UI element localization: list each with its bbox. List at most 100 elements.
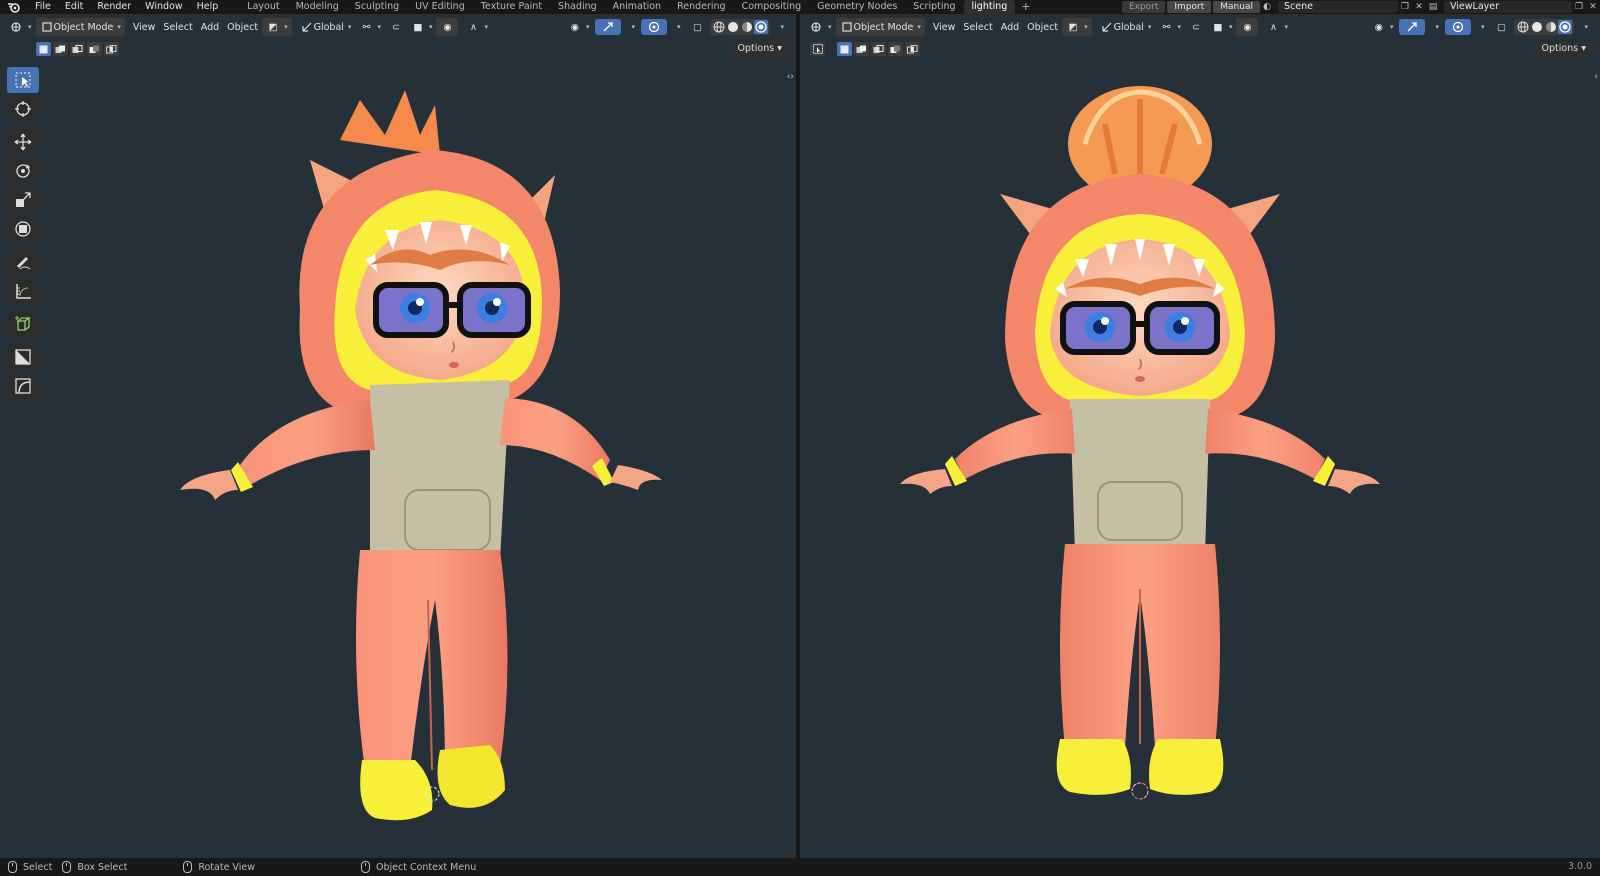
add-workspace-button[interactable]: + (1015, 0, 1036, 14)
snap-dropdown[interactable]: ⚯ ▾ (1155, 18, 1185, 36)
rotate-tool[interactable] (7, 158, 39, 184)
rendered-shading-icon[interactable] (1558, 20, 1573, 34)
editor-type-button[interactable]: ▾ (6, 18, 36, 36)
tab-modeling[interactable]: Modeling (288, 0, 347, 14)
visibility-dropdown[interactable]: ◉ ▾ (564, 18, 594, 36)
tab-texture-paint[interactable]: Texture Paint (473, 0, 550, 14)
close-icon[interactable]: ✕ (1412, 1, 1426, 13)
options-button[interactable]: Options ▾ (1533, 41, 1594, 57)
orientation-dropdown[interactable]: Global ▾ (296, 18, 356, 36)
material-shading-icon[interactable] (1544, 20, 1558, 34)
view-layer-icon[interactable]: ▤ (1426, 1, 1440, 13)
character-model-right[interactable] (900, 84, 1380, 814)
close-icon[interactable]: ✕ (1586, 1, 1600, 13)
export-button[interactable]: Export (1121, 1, 1166, 13)
character-model-left[interactable] (170, 80, 670, 840)
select-invert-icon[interactable] (888, 42, 903, 56)
rendered-shading-icon[interactable] (754, 20, 769, 34)
editor-type-button[interactable]: ▾ (806, 18, 836, 36)
menu-view[interactable]: View (129, 18, 160, 36)
gizmo-toggle[interactable] (1399, 19, 1426, 35)
scene-icon[interactable]: ◐ (1260, 1, 1274, 13)
view-layer-selector[interactable]: ViewLayer (1444, 1, 1572, 13)
select-tool-icon[interactable] (810, 42, 825, 56)
gizmo-toggle[interactable] (595, 19, 622, 35)
pivot-dropdown[interactable]: ◩ ▾ (1062, 18, 1092, 36)
overlay-dropdown[interactable]: ▾ (669, 18, 685, 36)
tab-sculpting[interactable]: Sculpting (347, 0, 407, 14)
tab-shading[interactable]: Shading (550, 0, 605, 14)
snap-target-dropdown[interactable]: ■ ▾ (407, 18, 437, 36)
tab-uv-editing[interactable]: UV Editing (407, 0, 473, 14)
manual-button[interactable]: Manual (1213, 1, 1260, 13)
falloff-dropdown[interactable]: ∧ ▾ (462, 18, 492, 36)
menu-select[interactable]: Select (159, 18, 196, 36)
tab-geometry-nodes[interactable]: Geometry Nodes (809, 0, 905, 14)
select-intersect-icon[interactable] (905, 42, 920, 56)
material-shading-icon[interactable] (740, 20, 754, 34)
viewport-left[interactable]: ▾ Object Mode ▾ View Select Add Object ◩ ▾… (0, 14, 796, 858)
tab-scripting[interactable]: Scripting (905, 0, 963, 14)
overlay-toggle[interactable] (640, 19, 667, 35)
menu-edit[interactable]: Edit (58, 0, 90, 14)
overlay-toggle[interactable] (1444, 19, 1471, 35)
proportional-toggle[interactable]: ◉ (436, 18, 459, 36)
select-intersect-icon[interactable] (104, 42, 119, 56)
mode-dropdown[interactable]: Object Mode ▾ (835, 18, 925, 36)
move-tool[interactable] (7, 129, 39, 155)
snap-toggle[interactable]: ⊂ (1185, 18, 1207, 36)
scale-tool[interactable] (7, 187, 39, 213)
copy-icon[interactable]: ❐ (1398, 1, 1412, 13)
scene-selector[interactable]: Scene (1278, 1, 1398, 13)
proportional-toggle[interactable]: ◉ (1236, 18, 1259, 36)
orientation-dropdown[interactable]: Global ▾ (1096, 18, 1156, 36)
snap-target-dropdown[interactable]: ■ ▾ (1207, 18, 1237, 36)
tab-rendering[interactable]: Rendering (669, 0, 734, 14)
select-box-tool[interactable] (7, 67, 39, 93)
pivot-dropdown[interactable]: ◩ ▾ (262, 18, 292, 36)
solid-shading-icon[interactable] (726, 20, 740, 34)
measure-tool[interactable] (7, 278, 39, 304)
select-new-icon[interactable] (36, 42, 51, 56)
snap-toggle[interactable]: ⊂ (385, 18, 407, 36)
gizmo-dropdown[interactable]: ▾ (1427, 18, 1443, 36)
wireframe-shading-icon[interactable] (1516, 20, 1530, 34)
annotate-tool[interactable] (7, 249, 39, 275)
menu-add[interactable]: Add (997, 18, 1023, 36)
gizmo-dropdown[interactable]: ▾ (623, 18, 639, 36)
tab-layout[interactable]: Layout (239, 0, 287, 14)
transform-tool[interactable] (7, 216, 39, 242)
cursor-tool[interactable] (7, 96, 39, 122)
snap-dropdown[interactable]: ⚯ ▾ (355, 18, 385, 36)
tab-animation[interactable]: Animation (605, 0, 669, 14)
select-new-icon[interactable] (837, 42, 852, 56)
shading-dropdown[interactable]: ▾ (772, 18, 788, 36)
menu-view[interactable]: View (929, 18, 960, 36)
shear-tool[interactable] (7, 344, 39, 370)
collapse-arrow-icon[interactable]: ‹ (1594, 72, 1598, 82)
viewport-right[interactable]: ▾ Object Mode ▾ View Select Add Object ◩ ▾… (800, 14, 1600, 858)
menu-object[interactable]: Object (223, 18, 262, 36)
menu-render[interactable]: Render (90, 0, 138, 14)
blender-logo-icon[interactable] (0, 0, 28, 14)
menu-add[interactable]: Add (197, 18, 223, 36)
wireframe-shading-icon[interactable] (712, 20, 726, 34)
select-subtract-icon[interactable] (871, 42, 886, 56)
bend-tool[interactable] (7, 373, 39, 399)
import-button[interactable]: Import (1167, 1, 1212, 13)
solid-shading-icon[interactable] (1530, 20, 1544, 34)
tab-lighting[interactable]: lighting (963, 0, 1016, 14)
menu-object[interactable]: Object (1023, 18, 1062, 36)
add-cube-tool[interactable] (7, 311, 39, 337)
select-extend-icon[interactable] (854, 42, 869, 56)
options-button[interactable]: Options ▾ (729, 41, 790, 57)
menu-file[interactable]: File (28, 0, 58, 14)
overlay-dropdown[interactable]: ▾ (1473, 18, 1489, 36)
xray-toggle[interactable]: ▢ (1490, 18, 1512, 36)
falloff-dropdown[interactable]: ∧ ▾ (1262, 18, 1292, 36)
visibility-dropdown[interactable]: ◉ ▾ (1368, 18, 1398, 36)
xray-toggle[interactable]: ▢ (686, 18, 708, 36)
tab-compositing[interactable]: Compositing (734, 0, 810, 14)
shading-dropdown[interactable]: ▾ (1576, 18, 1592, 36)
mode-dropdown[interactable]: Object Mode ▾ (35, 18, 125, 36)
